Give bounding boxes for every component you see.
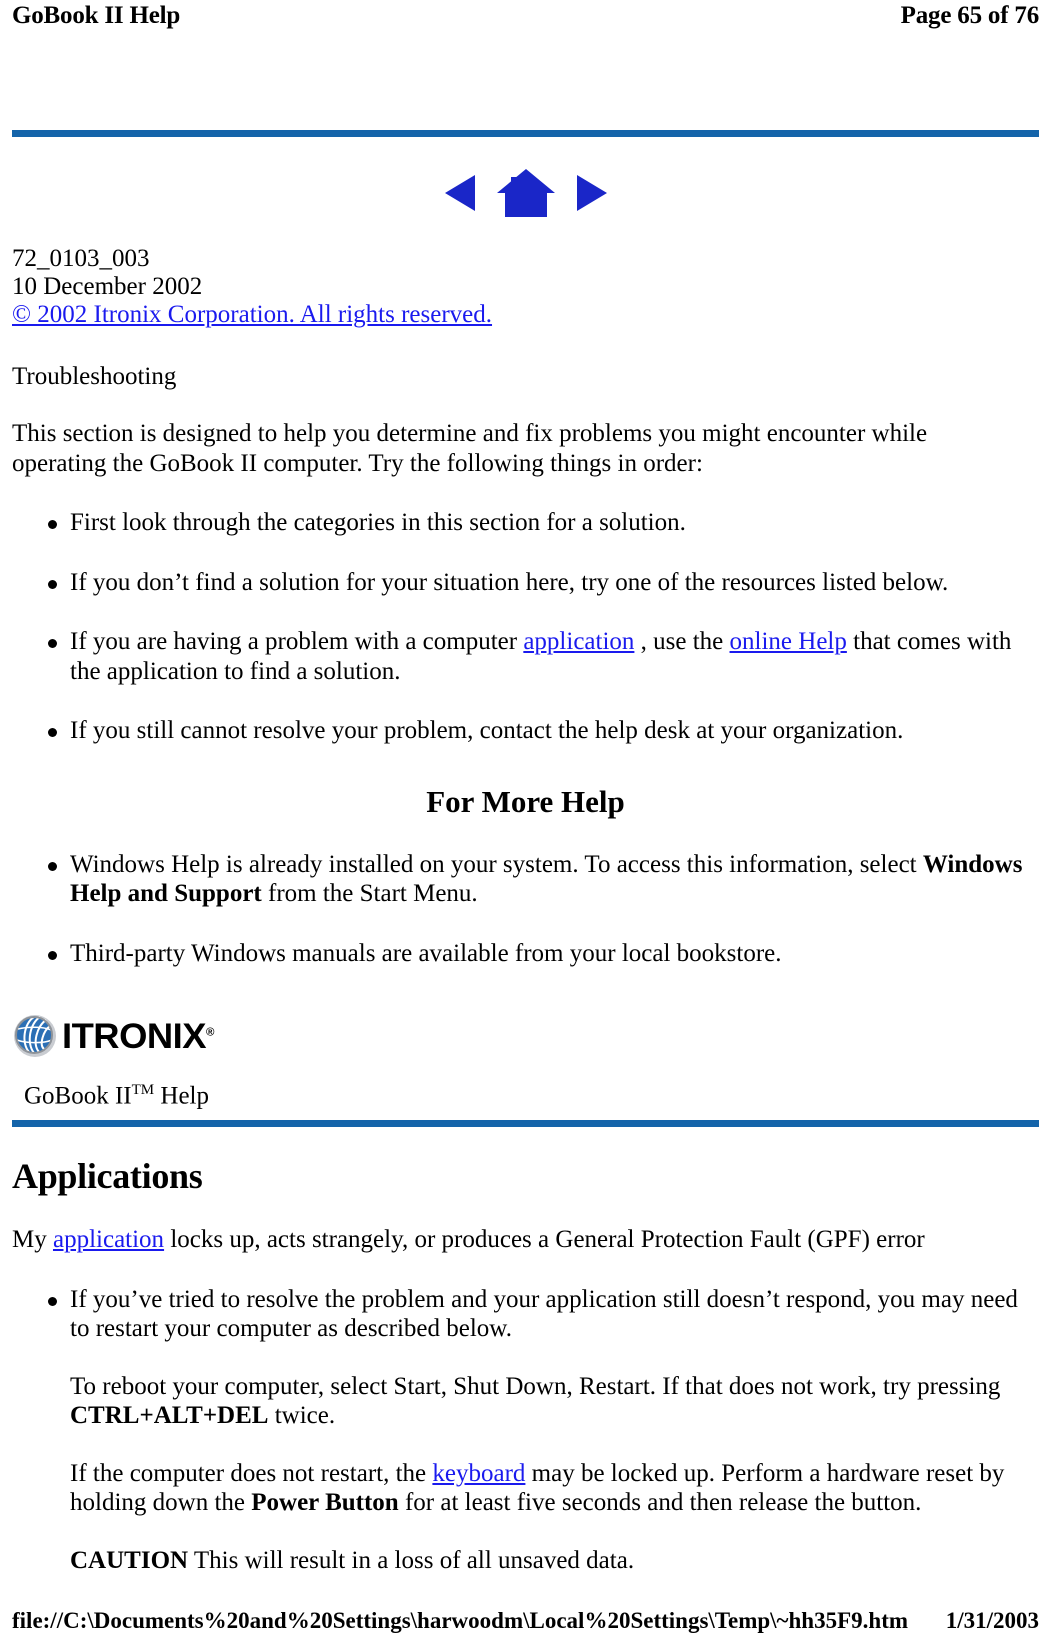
troubleshooting-intro: This section is designed to help you det… [12, 420, 928, 477]
hardware-reset-instructions: If the computer does not restart, the ke… [70, 1459, 1005, 1517]
copyright-link[interactable]: © 2002 Itronix Corporation. All rights r… [12, 301, 1039, 329]
itronix-logo: ITRONIX® [12, 1012, 1039, 1060]
application-link[interactable]: application [53, 1226, 164, 1253]
divider-top [12, 130, 1039, 137]
list-item: If you are having a problem with a compu… [12, 627, 1039, 686]
bullet-text-pre: If you are having a problem with a compu… [70, 628, 524, 655]
back-arrow-icon[interactable] [441, 171, 481, 215]
application-link[interactable]: application [523, 628, 634, 655]
ctrl-alt-del-emphasis: CTRL+ALT+DEL [70, 1402, 269, 1430]
itronix-wordmark: ITRONIX® [62, 1016, 214, 1056]
bullet-text: First look through the categories in thi… [70, 509, 686, 536]
divider-bottom [12, 1120, 1039, 1128]
print-header-title: GoBook II Help [12, 2, 181, 29]
bullet-text-post: from the Start Menu. [261, 880, 478, 907]
list-item: First look through the categories in thi… [12, 508, 1039, 538]
caution-label: CAUTION [70, 1546, 189, 1574]
list-item: If you’ve tried to resolve the problem a… [12, 1285, 1039, 1576]
help-page: GoBook II Help Page 65 of 76 72_0103_003… [0, 0, 1051, 1642]
bullet-text-pre: Windows Help is already installed on you… [70, 850, 923, 878]
help-banner-title: GoBook IITM Help [24, 1082, 209, 1110]
list-item: Third-party Windows manuals are availabl… [12, 939, 1039, 969]
troubleshooting-bullet-list: First look through the categories in thi… [12, 508, 1039, 746]
list-item: If you don’t find a solution for your si… [12, 568, 1039, 598]
power-button-emphasis: Power Button [251, 1489, 399, 1517]
print-header: GoBook II Help Page 65 of 76 [12, 0, 1039, 30]
bullet-text-mid: , use the [634, 628, 730, 655]
caution-note: CAUTION This will result in a loss of al… [70, 1546, 635, 1574]
document-metadata: 72_0103_003 10 December 2002 © 2002 Itro… [12, 245, 1039, 329]
print-footer: file://C:\Documents%20and%20Settings\har… [12, 1608, 1039, 1634]
bullet-text: If you’ve tried to resolve the problem a… [70, 1285, 1018, 1343]
help-navigation-bar [12, 167, 1039, 219]
registered-mark: ® [205, 1025, 214, 1038]
reboot-instructions: To reboot your computer, select Start, S… [70, 1372, 1001, 1430]
online-help-link[interactable]: online Help [730, 628, 847, 655]
applications-bullet-list: If you’ve tried to resolve the problem a… [12, 1285, 1039, 1576]
applications-lead: My application locks up, acts strangely,… [12, 1226, 925, 1254]
list-item: If you still cannot resolve your problem… [12, 716, 1039, 746]
bullet-text: Third-party Windows manuals are availabl… [70, 939, 782, 967]
more-help-bullet-list: Windows Help is already installed on you… [12, 850, 1039, 969]
for-more-help-heading: For More Help [426, 783, 625, 819]
print-footer-path: file://C:\Documents%20and%20Settings\har… [12, 1608, 909, 1633]
keyboard-link[interactable]: keyboard [432, 1460, 525, 1487]
troubleshooting-label: Troubleshooting [12, 363, 177, 390]
trademark-mark: TM [131, 1082, 155, 1098]
document-date: 10 December 2002 [12, 273, 203, 300]
forward-arrow-icon[interactable] [571, 171, 611, 215]
home-icon[interactable] [495, 167, 557, 219]
bullet-text: If you don’t find a solution for your si… [70, 568, 949, 596]
print-footer-date: 1/31/2003 [945, 1608, 1039, 1633]
globe-icon [12, 1013, 58, 1059]
bullet-text: If you still cannot resolve your problem… [70, 717, 904, 744]
page-title: Applications [12, 1156, 203, 1197]
document-number: 72_0103_003 [12, 245, 150, 272]
list-item: Windows Help is already installed on you… [12, 850, 1039, 909]
print-header-page-number: Page 65 of 76 [900, 2, 1040, 29]
